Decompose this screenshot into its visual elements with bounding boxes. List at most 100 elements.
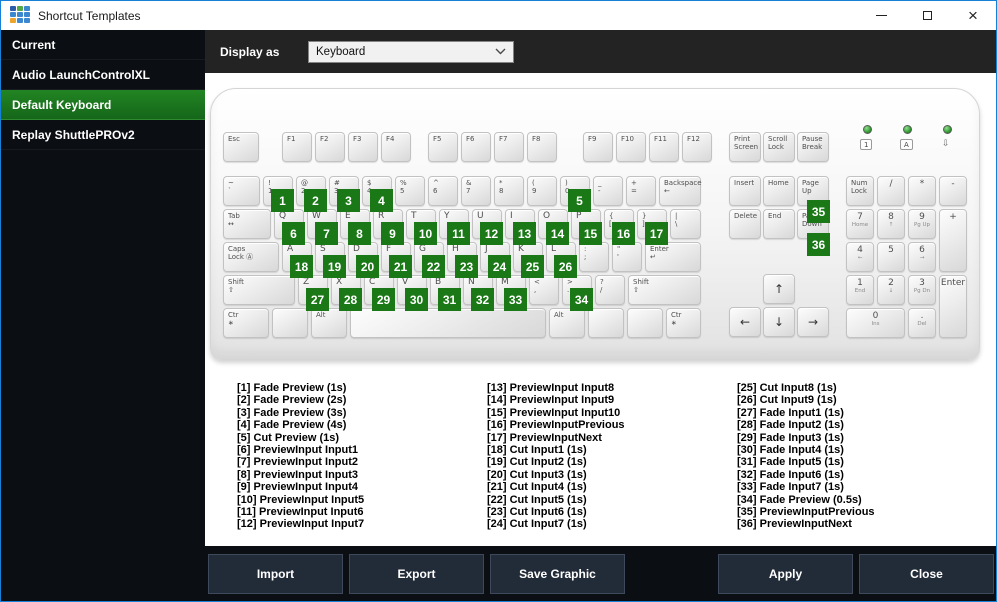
keyboard-key-2: @22 (296, 176, 327, 212)
shortcut-list-item: [29] Fade Input3 (1s) (737, 431, 844, 444)
keyboard-key-: | \ (670, 209, 701, 239)
key-badge-3: 3 (337, 189, 360, 212)
shortcut-list-item: [18] Cut Input1 (1s) (487, 444, 587, 457)
keyboard-key-numlock: Num Lock (846, 176, 874, 206)
close-button[interactable]: Close (859, 554, 994, 594)
sidebar-item-current[interactable]: Current (1, 30, 205, 60)
key-badge-36: 36 (807, 233, 830, 256)
keyboard-key-v: V 30 (397, 275, 428, 311)
key-badge-1: 1 (271, 189, 294, 212)
keyboard-key-blank (627, 308, 663, 338)
display-as-select[interactable]: Keyboard (308, 40, 514, 63)
keyboard-key-enter: Enter ↵ (645, 242, 701, 272)
shortcut-list-item: [5] Cut Preview (1s) (237, 431, 340, 444)
keyboard-key-scrolllock: Scroll Lock (763, 132, 795, 162)
keyboard-key-blank (588, 308, 624, 338)
key-badge-15: 15 (579, 222, 602, 245)
key-badge-8: 8 (348, 222, 371, 245)
keyboard-key-d: D 20 (348, 242, 379, 278)
caps-lock-led-icon: A (900, 139, 913, 150)
keyboard-key-f7: F7 (494, 132, 524, 162)
shortcut-list-item: [3] Fade Preview (3s) (237, 406, 347, 419)
shortcut-list-item: [10] PreviewInput Input5 (237, 493, 365, 506)
key-badge-26: 26 (554, 255, 577, 278)
keyboard-key-: * (908, 176, 936, 206)
minimize-icon (875, 15, 887, 16)
shortcut-list-item: [32] Fade Input6 (1s) (737, 468, 844, 481)
keyboard-key-alt: Alt (549, 308, 585, 338)
keyboard-key-o: O 14 (538, 209, 569, 245)
keyboard-key-e: E8 (340, 209, 371, 245)
chevron-down-icon (495, 48, 506, 55)
shortcut-list-item: [24] Cut Input7 (1s) (487, 518, 587, 531)
key-badge-20: 20 (356, 255, 379, 278)
export-button[interactable]: Export (349, 554, 484, 594)
keyboard-key-backspace: Backspace ← (659, 176, 702, 206)
key-badge-2: 2 (304, 189, 327, 212)
keyboard-key-f3: F3 (348, 132, 378, 162)
keyboard-key-4: $44 (362, 176, 393, 212)
keyboard-key-capslock: Caps Lock Ⓐ (223, 242, 279, 272)
keyboard-key-: ↓ (763, 307, 795, 337)
keyboard-key-f9: F9 (583, 132, 613, 162)
key-badge-24: 24 (488, 255, 511, 278)
keyboard-key-: ← (729, 307, 761, 337)
key-badge-13: 13 (513, 222, 536, 245)
caps-lock-led (903, 125, 912, 134)
shortcut-list-item: [34] Fade Preview (0.5s) (737, 493, 862, 506)
keyboard-key-g: G 22 (414, 242, 445, 278)
key-badge-19: 19 (323, 255, 346, 278)
minimize-button[interactable] (858, 1, 904, 30)
save-graphic-button[interactable]: Save Graphic (490, 554, 625, 594)
keyboard-key-z: Z 27 (298, 275, 329, 311)
keyboard-key-: + = (626, 176, 656, 206)
keyboard-key-4: 4 ← (846, 242, 874, 272)
keyboard-key-: ~ ` (223, 176, 260, 206)
display-as-value: Keyboard (316, 45, 366, 58)
shortcut-list-item: [20] Cut Input3 (1s) (487, 468, 587, 481)
shortcut-list-item: [4] Fade Preview (4s) (237, 419, 347, 432)
close-button[interactable]: × (950, 1, 996, 30)
shortcut-list-item: [22] Cut Input5 (1s) (487, 493, 587, 506)
shortcut-list-item: [9] PreviewInput Input4 (237, 481, 359, 494)
sidebar-item-replay-shuttleprov2[interactable]: Replay ShuttlePROv2 (1, 120, 205, 150)
display-as-label: Display as (220, 44, 280, 59)
keyboard-key-8: * 8 (494, 176, 524, 206)
shortcut-list-item: [26] Cut Input9 (1s) (737, 394, 837, 407)
maximize-button[interactable] (904, 1, 950, 30)
sidebar-item-default-keyboard[interactable]: Default Keyboard (1, 90, 205, 120)
key-badge-11: 11 (447, 222, 470, 245)
scroll-lock-led-icon: ⇩ (942, 139, 950, 149)
keyboard-key-: {[16 (604, 209, 635, 245)
key-badge-5: 5 (568, 189, 591, 212)
keyboard-key-f2: F2 (315, 132, 345, 162)
shortcut-list-item: [33] Fade Input7 (1s) (737, 481, 844, 494)
keyboard-key-f12: F12 (682, 132, 712, 162)
shortcut-list-item: [35] PreviewInputPrevious (737, 506, 875, 519)
keyboard-key-s: S 19 (315, 242, 346, 278)
window-body: Current Audio LaunchControlXL Default Keyb… (1, 30, 996, 601)
shortcut-column: [25] Cut Input8 (1s) [26] Cut Input9 (1s)… (737, 382, 987, 531)
keyboard-key-: + (939, 209, 967, 272)
apply-button[interactable]: Apply (718, 554, 853, 594)
keyboard-key-: - (939, 176, 967, 206)
shortcut-list-item: [30] Fade Input4 (1s) (737, 444, 844, 457)
keyboard-key-f6: F6 (461, 132, 491, 162)
key-badge-31: 31 (438, 288, 461, 311)
keyboard-key-7: & 7 (461, 176, 491, 206)
shortcut-list-item: [6] PreviewInput Input1 (237, 444, 359, 457)
key-badge-22: 22 (422, 255, 445, 278)
close-icon: × (968, 5, 978, 25)
key-badge-23: 23 (455, 255, 478, 278)
import-button[interactable]: Import (208, 554, 343, 594)
keyboard-key-: / (877, 176, 905, 206)
maximize-icon (922, 11, 932, 20)
sidebar-item-audio-launchcontrolxl[interactable]: Audio LaunchControlXL (1, 60, 205, 90)
num-lock-led (863, 125, 872, 134)
keyboard-key-1: !11 (263, 176, 294, 212)
shortcut-list-item: [12] PreviewInput Input7 (237, 518, 365, 531)
num-lock-led-icon: 1 (860, 139, 873, 150)
keyboard-key-f8: F8 (527, 132, 557, 162)
keyboard-key-f10: F10 (616, 132, 646, 162)
keyboard-key-: ↑ (763, 274, 795, 304)
